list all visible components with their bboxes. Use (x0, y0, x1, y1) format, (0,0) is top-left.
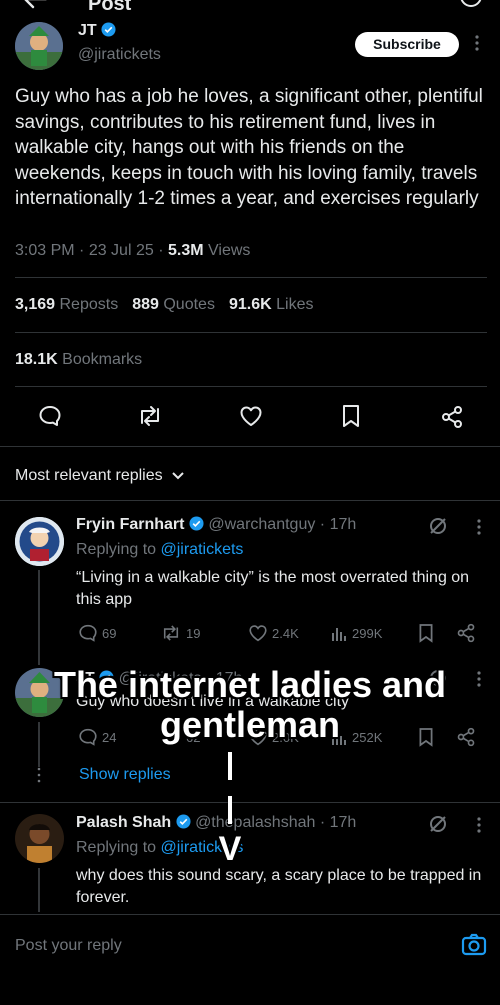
bookmarks-label: Bookmarks (62, 351, 143, 368)
reply-author-name[interactable]: Fryin Farnhart (76, 516, 184, 533)
reply-author-name[interactable]: Palash Shah (76, 814, 171, 831)
divider (15, 386, 487, 387)
quotes-count: 889 (132, 296, 159, 313)
back-arrow-icon[interactable] (22, 0, 48, 10)
likes-label: Likes (276, 296, 314, 313)
show-replies-link[interactable]: Show replies (79, 766, 171, 784)
replying-to-handle[interactable]: @jiratickets (161, 541, 244, 558)
reply-handle[interactable]: @thepalashshah (195, 814, 315, 831)
author-name[interactable]: JT (78, 22, 116, 40)
reposts-stat[interactable]: 3,169 Reposts (15, 296, 118, 314)
verified-badge-icon (189, 516, 204, 531)
reply-thread-line (38, 570, 40, 665)
reply-avatar[interactable] (15, 814, 64, 863)
engagement-stats: 3,169 Reposts 889 Quotes 91.6K Likes (15, 296, 313, 314)
comment-count: 69 (102, 625, 117, 641)
reply-time: 17h (329, 814, 357, 831)
post-time: 3:03 PM (15, 242, 75, 259)
grok-icon[interactable] (428, 814, 448, 834)
thread-dots-icon (36, 767, 42, 783)
comment-icon[interactable] (38, 405, 62, 427)
repost-icon[interactable] (136, 405, 164, 427)
reply-header: Fryin Farnhart @warchantguy · 17h (76, 516, 357, 533)
divider (15, 332, 487, 333)
grok-icon[interactable] (428, 516, 448, 536)
post-meta: 3:03 PM · 23 Jul 25 · 5.3M Views (15, 242, 251, 259)
more-options-icon[interactable] (476, 816, 482, 834)
reply-actions: 69 19 2.4K 299K (76, 622, 480, 644)
views-count: 5.3M (167, 242, 204, 259)
divider (0, 802, 500, 803)
top-bar: Post (0, 0, 500, 20)
views-label: Views (208, 242, 251, 259)
meme-caption-line1: The internet ladies and (53, 664, 447, 705)
share-icon[interactable] (456, 623, 476, 643)
author-name-text: JT (78, 22, 97, 39)
reply-time: 17h (329, 516, 357, 533)
reply-thread-line (38, 868, 40, 912)
meme-arrow-head: V (218, 830, 242, 868)
reply-text: “Living in a walkable city” is the most … (76, 569, 470, 608)
meme-arrow-shaft (228, 796, 232, 824)
replying-to-label: Replying to (76, 541, 157, 558)
likes-count: 91.6K (228, 296, 272, 313)
meme-caption-line2: gentleman (159, 704, 341, 745)
author-avatar[interactable] (15, 22, 63, 70)
reply-composer[interactable]: Post your reply (0, 915, 500, 977)
page-title: Post (88, 0, 132, 15)
chevron-down-icon (171, 471, 185, 481)
meme-arrow-shaft (228, 752, 232, 780)
likes-stat[interactable]: 91.6K Likes (229, 296, 314, 314)
verified-badge-icon (176, 814, 191, 829)
repost-count: 19 (186, 625, 201, 641)
share-icon[interactable] (440, 405, 464, 429)
replies-sort-dropdown[interactable]: Most relevant replies (15, 467, 185, 485)
post-date: 23 Jul 25 (88, 242, 154, 259)
reply-text: why does this sound scary, a scary place… (76, 867, 482, 906)
like-icon[interactable] (239, 405, 263, 427)
bookmarks-count: 18.1K (15, 351, 58, 368)
verified-badge-icon (101, 22, 116, 37)
bookmarks-stat[interactable]: 18.1K Bookmarks (15, 351, 142, 369)
divider (0, 446, 500, 447)
quotes-label: Quotes (163, 296, 215, 313)
replies-sort-label: Most relevant replies (15, 467, 163, 484)
bookmark-icon[interactable] (418, 623, 434, 643)
subscribe-button[interactable]: Subscribe (355, 32, 459, 57)
replying-to: Replying to @jiratickets (76, 541, 243, 559)
reposts-label: Reposts (59, 296, 119, 313)
bookmark-icon[interactable] (341, 404, 361, 428)
reply-repost-button[interactable]: 19 (160, 624, 200, 642)
camera-icon[interactable] (461, 933, 487, 957)
author-handle[interactable]: @jiratickets (78, 46, 161, 64)
reply-input[interactable]: Post your reply (15, 937, 122, 955)
more-options-icon[interactable] (476, 518, 482, 536)
reply-views-button[interactable]: 299K (330, 624, 382, 642)
reply-handle[interactable]: @warchantguy (208, 516, 315, 533)
reply-comment-button[interactable]: 69 (78, 624, 116, 642)
like-count: 2.4K (272, 625, 299, 641)
reposts-count: 3,169 (15, 296, 56, 313)
quotes-stat[interactable]: 889 Quotes (132, 296, 215, 314)
divider (15, 277, 487, 278)
reply-avatar[interactable] (15, 517, 64, 566)
reply-thread-icon[interactable] (458, 0, 484, 12)
replying-to-label: Replying to (76, 839, 157, 856)
more-options-icon[interactable] (474, 34, 480, 52)
divider (0, 500, 500, 501)
post-text: Guy who has a job he loves, a significan… (15, 86, 483, 210)
reply-like-button[interactable]: 2.4K (248, 624, 299, 642)
views-count: 299K (352, 625, 383, 641)
